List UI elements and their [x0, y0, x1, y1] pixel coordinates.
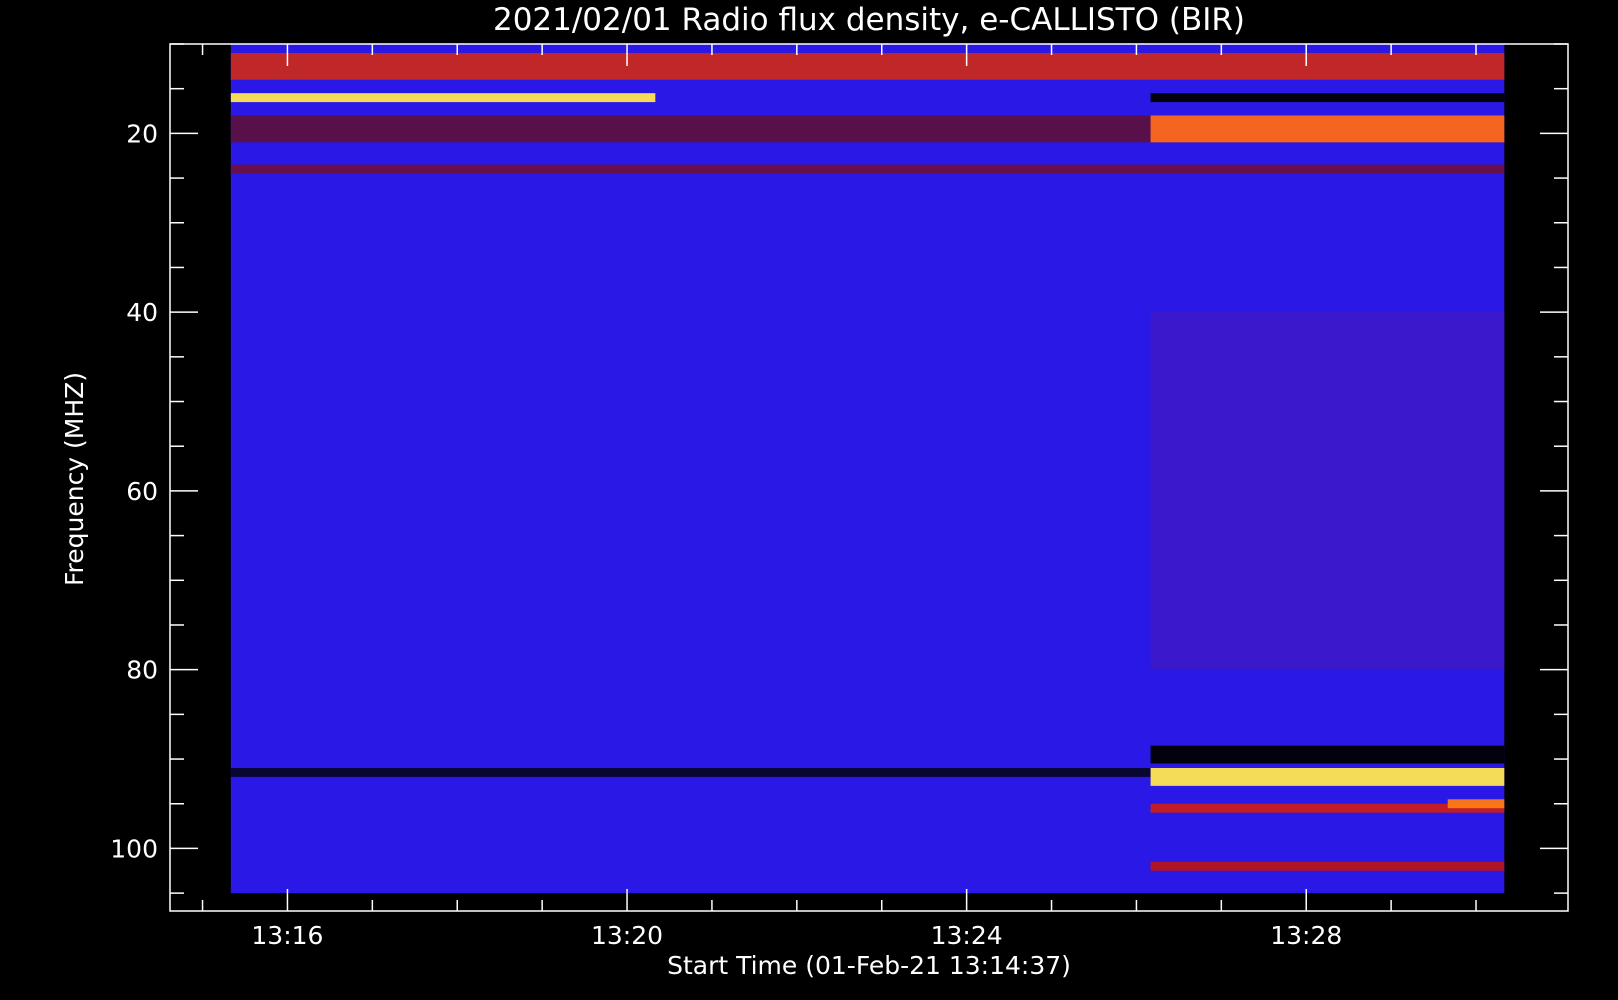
y-tick-label: 40 [126, 298, 158, 327]
y-tick-label: 60 [126, 477, 158, 506]
heatmap-feature [230, 93, 656, 103]
y-tick-label: 100 [110, 834, 158, 863]
x-tick-label: 13:20 [591, 921, 663, 950]
heatmap-feature [1150, 115, 1505, 143]
y-tick-label: 20 [126, 119, 158, 148]
heatmap-feature [1150, 745, 1505, 764]
heatmap-feature [1150, 767, 1505, 786]
heatmap-area [230, 44, 1505, 894]
y-axis-label: Frequency (MHZ) [60, 372, 89, 586]
heatmap-feature [1150, 312, 1505, 670]
heatmap-feature [230, 767, 1151, 777]
chart-title: 2021/02/01 Radio flux density, e-CALLIST… [493, 2, 1245, 38]
heatmap-feature [230, 52, 1505, 80]
heatmap-feature [1150, 861, 1505, 871]
heatmap-feature [1447, 799, 1505, 809]
x-tick-label: 13:16 [251, 921, 323, 950]
x-tick-label: 13:24 [931, 921, 1003, 950]
spectrogram-chart: 2021/02/01 Radio flux density, e-CALLIST… [0, 0, 1618, 1000]
heatmap-feature [1150, 93, 1505, 103]
heatmap-feature [230, 164, 1505, 174]
x-axis-label: Start Time (01-Feb-21 13:14:37) [667, 951, 1071, 980]
y-tick-label: 80 [126, 656, 158, 685]
x-tick-label: 13:28 [1270, 921, 1342, 950]
